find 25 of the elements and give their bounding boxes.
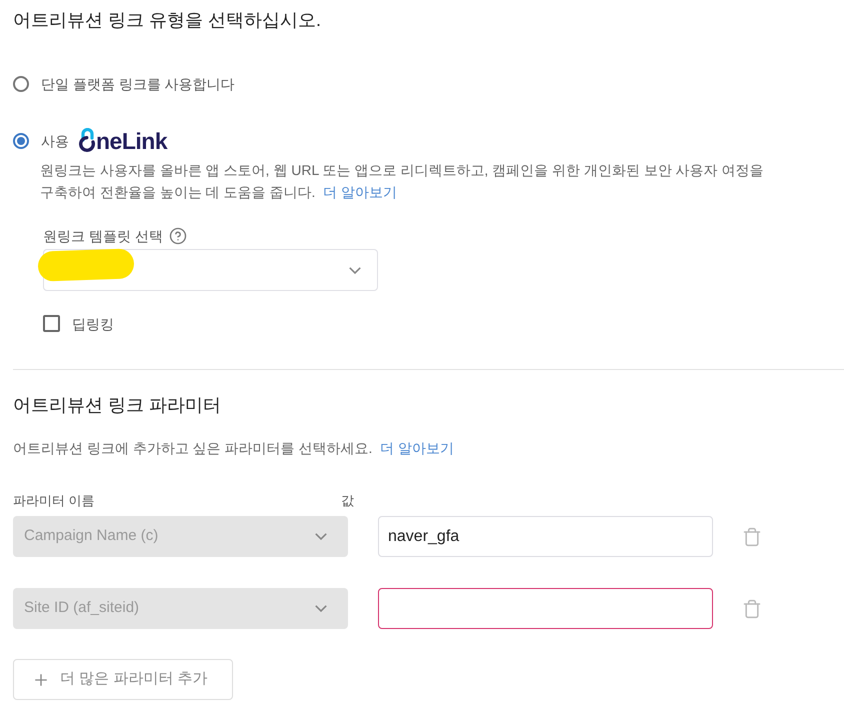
chevron-down-icon <box>349 266 361 274</box>
option-label: 사용 <box>41 132 69 151</box>
add-parameter-button[interactable]: 더 많은 파라미터 추가 <box>13 659 233 700</box>
chain-link-logo-icon <box>79 128 96 154</box>
learn-more-link[interactable]: 더 알아보기 <box>323 184 398 200</box>
help-icon[interactable] <box>168 227 187 245</box>
checkbox-label: 딥링킹 <box>72 314 114 334</box>
radio-button[interactable] <box>13 76 29 92</box>
section-heading: 어트리뷰션 링크 유형을 선택하십시오. <box>13 9 322 32</box>
dropdown-value: Campaign Name (c) <box>24 526 158 546</box>
checkbox[interactable] <box>43 315 60 332</box>
option-label: 단일 플랫폼 링크를 사용합니다 <box>41 75 235 94</box>
chevron-down-icon <box>315 605 327 612</box>
section-heading: 어트리뷰션 링크 파라미터 <box>13 394 222 417</box>
field-label: 원링크 템플릿 선택 <box>43 227 163 246</box>
description-text: 원링크는 사용자를 올바른 앱 스토어, 웹 URL 또는 앱으로 리디렉트하고, 캠페인을 위한 개인화된 보안 사용자 여정을 구축하여 전환율을 높이는 데 도움을 줍니다. 더 알아보기 <box>40 161 765 202</box>
column-header: 값 <box>341 492 354 510</box>
chevron-down-icon <box>315 533 327 540</box>
column-header: 파라미터 이름 <box>13 492 96 510</box>
brand-logo-text: neLink <box>96 128 168 154</box>
input-value: naver_gfa <box>388 526 460 546</box>
description-text: 어트리뷰션 링크에 추가하고 싶은 파라미터를 선택하세요. 더 알아보기 <box>13 439 456 458</box>
dropdown-value: Site ID (af_siteid) <box>24 598 140 618</box>
learn-more-link[interactable]: 더 알아보기 <box>380 440 454 456</box>
radio-button[interactable] <box>13 133 29 149</box>
